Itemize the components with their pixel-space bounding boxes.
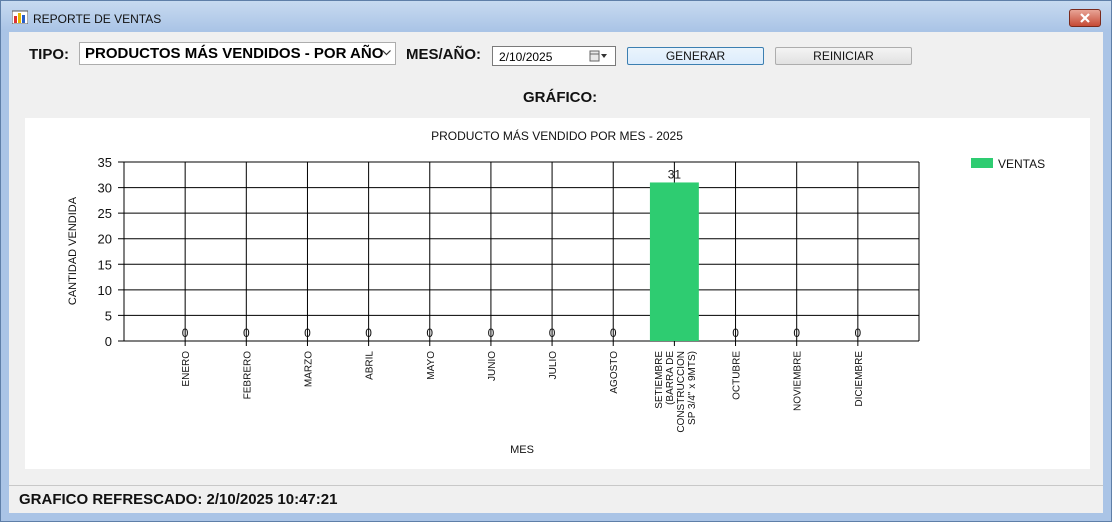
form-client-area: TIPO: PRODUCTOS MÁS VENDIDOS - POR AÑO M… <box>9 32 1103 513</box>
y-tick-label: 30 <box>98 181 112 196</box>
x-tick-label: OCTUBRE <box>732 351 743 400</box>
window-title: REPORTE DE VENTAS <box>33 12 162 26</box>
legend-swatch <box>971 158 993 168</box>
generar-button[interactable]: GENERAR <box>627 47 764 65</box>
bar-chart-app-icon <box>12 10 28 24</box>
bar-value-label: 0 <box>793 326 800 340</box>
bar-value-label: 0 <box>365 326 372 340</box>
x-tick-label: AGOSTO <box>609 351 620 394</box>
mes-ano-label: MES/AÑO: <box>406 46 481 63</box>
bar-value-label: 0 <box>732 326 739 340</box>
bar-value-label: 0 <box>243 326 250 340</box>
y-tick-label: 0 <box>105 334 112 349</box>
y-tick-label: 25 <box>98 206 112 221</box>
chart-panel: PRODUCTO MÁS VENDIDO POR MES - 2025 CANT… <box>25 118 1090 469</box>
close-button[interactable] <box>1069 9 1101 27</box>
x-tick-label: DICIEMBRE <box>854 351 865 407</box>
y-tick-label: 15 <box>98 257 112 272</box>
calendar-dropdown-icon[interactable] <box>589 50 609 62</box>
x-tick-label: NOVIEMBRE <box>793 351 804 411</box>
grafico-label: GRÁFICO: <box>523 89 598 106</box>
x-tick-label: SETIEMBRE(BARRA DECONSTRUCCIONSP 3/4" x … <box>654 351 698 433</box>
bar-value-label: 0 <box>426 326 433 340</box>
y-tick-label: 5 <box>105 308 112 323</box>
date-picker[interactable]: 2/10/2025 <box>492 46 616 66</box>
bar-value-label: 0 <box>488 326 495 340</box>
close-x-icon <box>1080 13 1090 23</box>
bar-value-label: 0 <box>610 326 617 340</box>
x-tick-label: MARZO <box>303 351 314 387</box>
bar-value-label: 0 <box>855 326 862 340</box>
x-tick-label: JULIO <box>548 351 559 380</box>
report-window: REPORTE DE VENTAS TIPO: PRODUCTOS MÁS VE… <box>0 0 1112 522</box>
title-bar[interactable]: REPORTE DE VENTAS <box>1 1 1111 31</box>
bar <box>649 182 699 341</box>
chart-title: PRODUCTO MÁS VENDIDO POR MES - 2025 <box>431 128 683 143</box>
x-tick-label: ENERO <box>181 351 192 387</box>
x-tick-label: ABRIL <box>365 351 376 380</box>
chevron-down-icon <box>382 50 391 56</box>
x-tick-label: FEBRERO <box>242 351 253 400</box>
y-tick-label: 10 <box>98 283 112 298</box>
y-tick-label: 20 <box>98 232 112 247</box>
x-axis-label: MES <box>510 444 534 456</box>
bar-value-label: 31 <box>668 167 682 181</box>
y-tick-label: 35 <box>98 155 112 170</box>
date-value: 2/10/2025 <box>499 50 553 64</box>
tipo-combobox[interactable]: PRODUCTOS MÁS VENDIDOS - POR AÑO <box>79 42 396 65</box>
bar-value-label: 0 <box>549 326 556 340</box>
tipo-label: TIPO: <box>29 46 69 63</box>
legend-label: VENTAS <box>998 157 1045 171</box>
y-axis-label: CANTIDAD VENDIDA <box>67 196 79 305</box>
bar-chart: PRODUCTO MÁS VENDIDO POR MES - 2025 CANT… <box>67 128 1045 456</box>
reiniciar-button[interactable]: REINICIAR <box>775 47 912 65</box>
x-tick-label: MAYO <box>426 351 437 380</box>
tipo-selected-value: PRODUCTOS MÁS VENDIDOS - POR AÑO <box>85 45 384 62</box>
status-label: GRAFICO REFRESCADO: 2/10/2025 10:47:21 <box>19 491 338 508</box>
bar-value-label: 0 <box>182 326 189 340</box>
bar-value-label: 0 <box>304 326 311 340</box>
status-separator <box>9 485 1103 486</box>
x-tick-label: JUNIO <box>487 351 498 381</box>
